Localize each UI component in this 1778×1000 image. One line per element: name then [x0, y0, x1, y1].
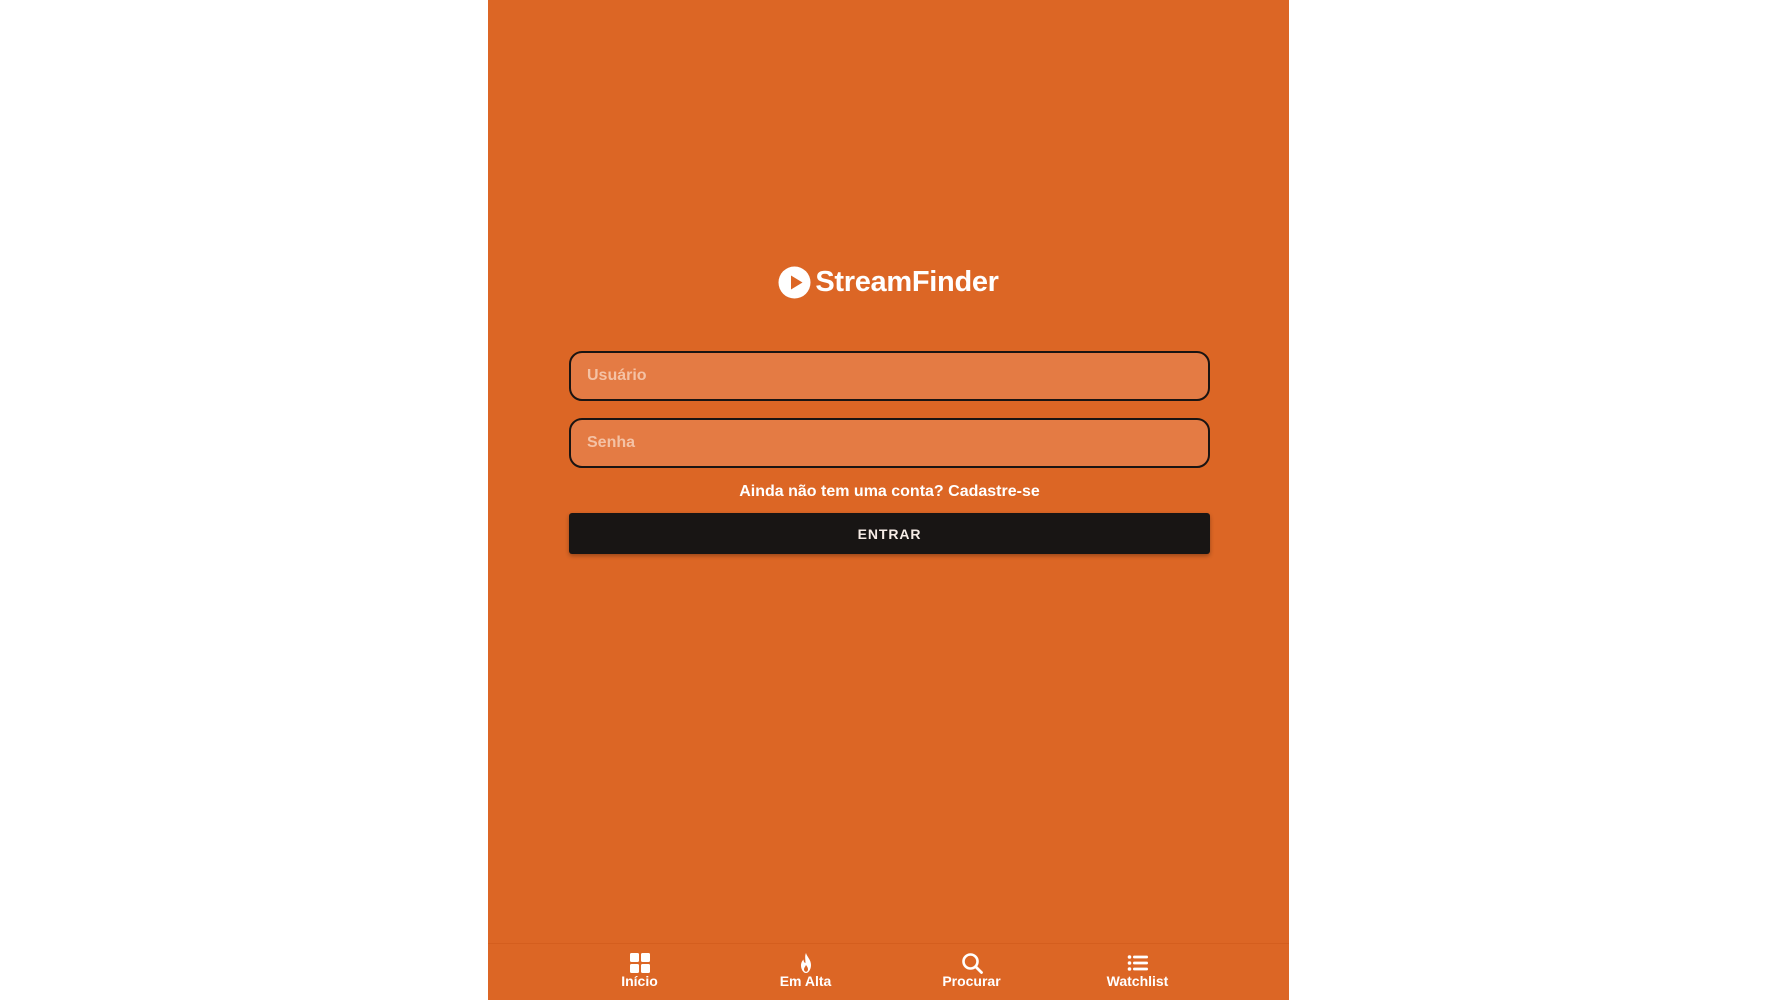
nav-label: Watchlist — [1106, 973, 1169, 989]
nav-item-procurar[interactable]: Procurar — [889, 944, 1055, 1000]
nav-item-inicio[interactable]: Início — [557, 944, 723, 1000]
flame-icon — [795, 952, 817, 974]
play-circle-icon — [778, 266, 811, 299]
list-icon — [1127, 952, 1149, 974]
brand-name: StreamFinder — [815, 266, 999, 298]
nav-label: Início — [621, 973, 658, 989]
brand-logo: StreamFinder — [488, 266, 1289, 299]
bottom-navigation: Início Em Alta Procurar Watchlist — [488, 943, 1289, 1000]
password-input[interactable] — [569, 418, 1210, 468]
search-icon — [961, 952, 983, 974]
nav-item-watchlist[interactable]: Watchlist — [1055, 944, 1221, 1000]
username-input[interactable] — [569, 351, 1210, 401]
signup-link[interactable]: Ainda não tem uma conta? Cadastre-se — [569, 483, 1210, 501]
login-button[interactable]: ENTRAR — [569, 513, 1210, 554]
nav-label: Procurar — [942, 973, 1001, 989]
nav-label: Em Alta — [779, 973, 832, 989]
grid-icon — [629, 952, 651, 974]
nav-item-em-alta[interactable]: Em Alta — [723, 944, 889, 1000]
app-screen: StreamFinder Ainda não tem uma conta? Ca… — [488, 0, 1289, 1000]
